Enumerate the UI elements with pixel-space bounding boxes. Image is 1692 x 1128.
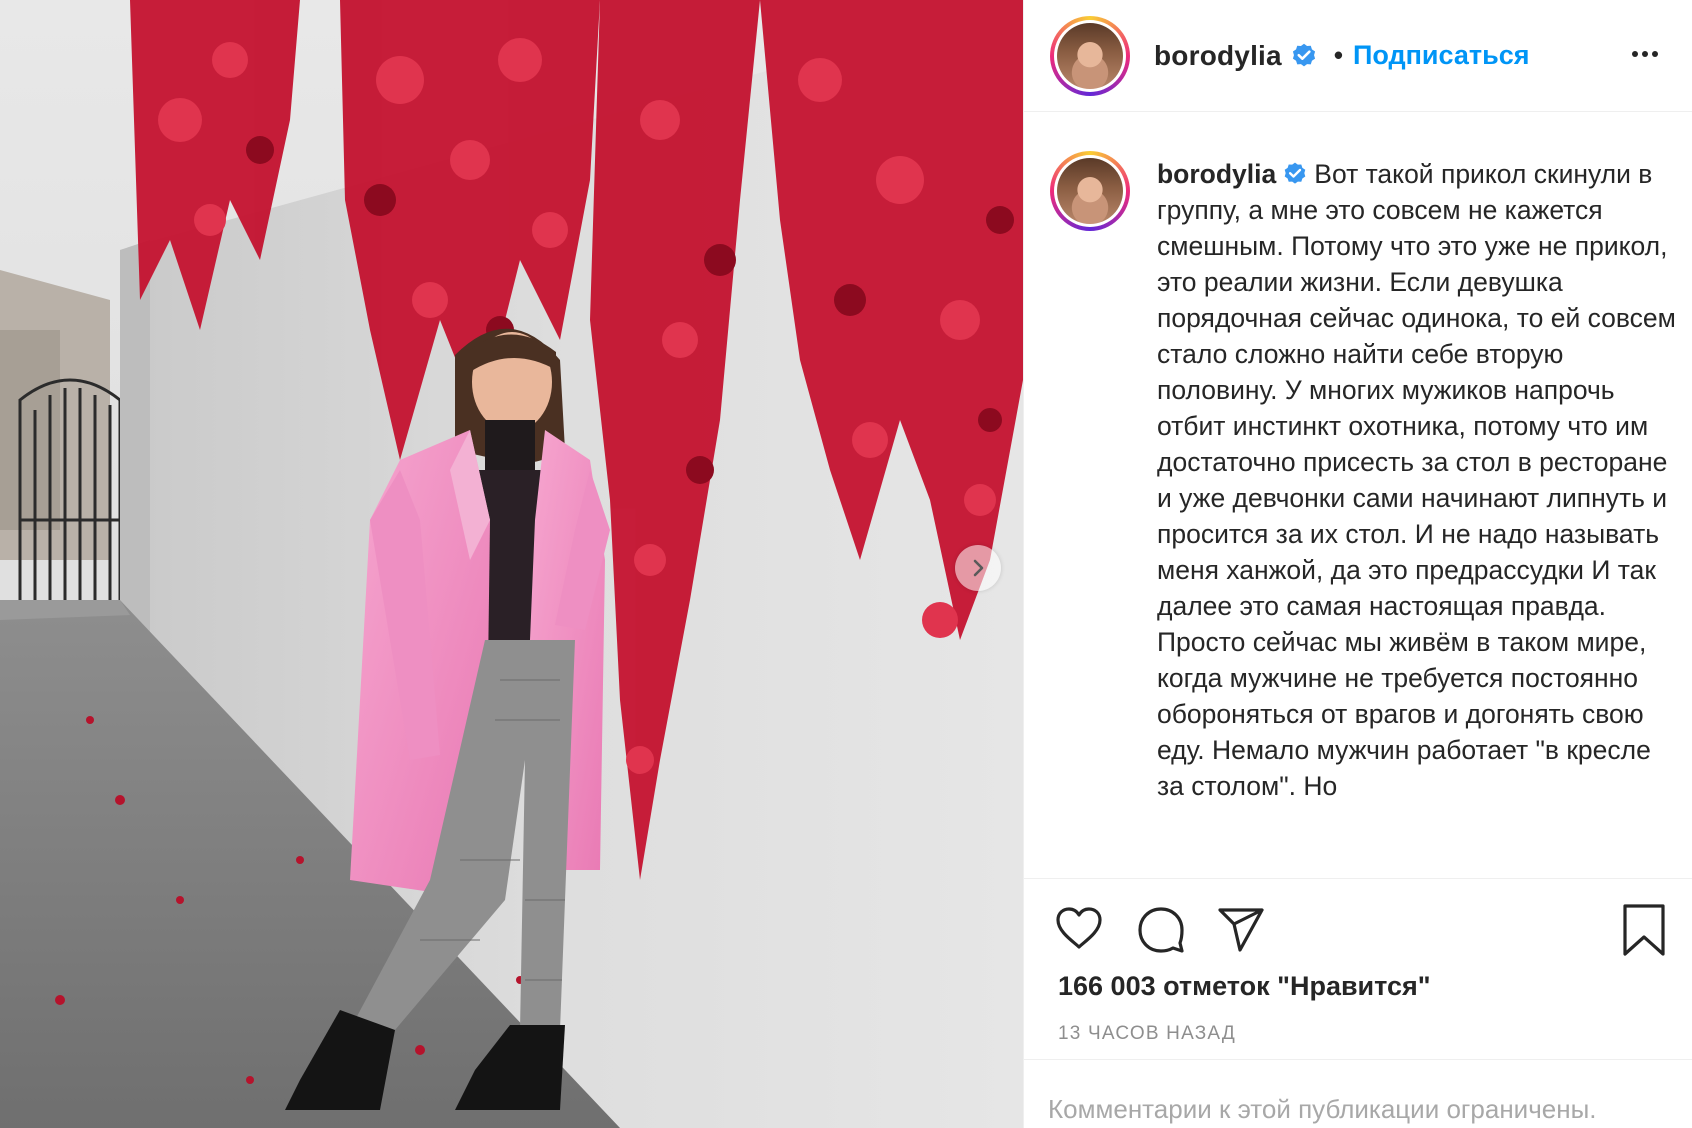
likes-count[interactable]: 166 003 отметок "Нравится" bbox=[1058, 971, 1431, 1002]
heart-icon bbox=[1056, 907, 1102, 949]
avatar-inner bbox=[1054, 19, 1126, 92]
caption-body: Вот такой прикол скинули в группу, а мне… bbox=[1157, 159, 1676, 801]
share-button[interactable] bbox=[1216, 907, 1266, 958]
verified-badge-icon bbox=[1284, 162, 1306, 184]
more-dot bbox=[1642, 51, 1648, 57]
chevron-right-icon bbox=[973, 559, 984, 577]
post-timestamp[interactable]: 13 ЧАСОВ НАЗАД bbox=[1058, 1023, 1236, 1045]
header-separator: • bbox=[1333, 40, 1343, 70]
follow-button[interactable]: Подписаться bbox=[1353, 40, 1530, 71]
post-actions: 166 003 отметок "Нравится" 13 ЧАСОВ НАЗА… bbox=[1024, 878, 1692, 1128]
more-options-icon[interactable] bbox=[1629, 38, 1661, 70]
post-side-panel: borodylia • Подписаться borodylia Вот так… bbox=[1023, 0, 1692, 1128]
post-photo[interactable] bbox=[0, 0, 1023, 1128]
caption-text: borodylia Вот такой прикол скинули в груп… bbox=[1157, 156, 1677, 804]
carousel-next-button[interactable] bbox=[955, 545, 1001, 591]
caption-author-avatar[interactable] bbox=[1050, 151, 1130, 231]
comments-restricted-notice: Комментарии к этой публикации ограничены… bbox=[1024, 1059, 1692, 1128]
caption-username[interactable]: borodylia bbox=[1157, 159, 1276, 189]
avatar-image bbox=[1057, 22, 1123, 89]
photo-illustration bbox=[0, 0, 1023, 1128]
like-button[interactable] bbox=[1054, 905, 1104, 956]
avatar-image bbox=[1057, 158, 1123, 224]
send-icon bbox=[1218, 908, 1264, 952]
verified-badge-icon bbox=[1292, 43, 1315, 66]
author-avatar[interactable] bbox=[1050, 15, 1130, 96]
more-dot bbox=[1652, 51, 1658, 57]
save-button[interactable] bbox=[1621, 903, 1667, 962]
comment-icon bbox=[1138, 907, 1184, 953]
more-dot bbox=[1632, 51, 1638, 57]
bookmark-icon bbox=[1623, 904, 1665, 956]
comments-restricted-text: Комментарии к этой публикации ограничены… bbox=[1048, 1094, 1597, 1124]
author-username[interactable]: borodylia bbox=[1154, 40, 1282, 72]
post-header: borodylia • Подписаться bbox=[1024, 0, 1692, 112]
comment-button[interactable] bbox=[1136, 905, 1186, 960]
avatar-inner bbox=[1054, 155, 1126, 227]
caption-section: borodylia Вот такой прикол скинули в груп… bbox=[1024, 113, 1692, 878]
